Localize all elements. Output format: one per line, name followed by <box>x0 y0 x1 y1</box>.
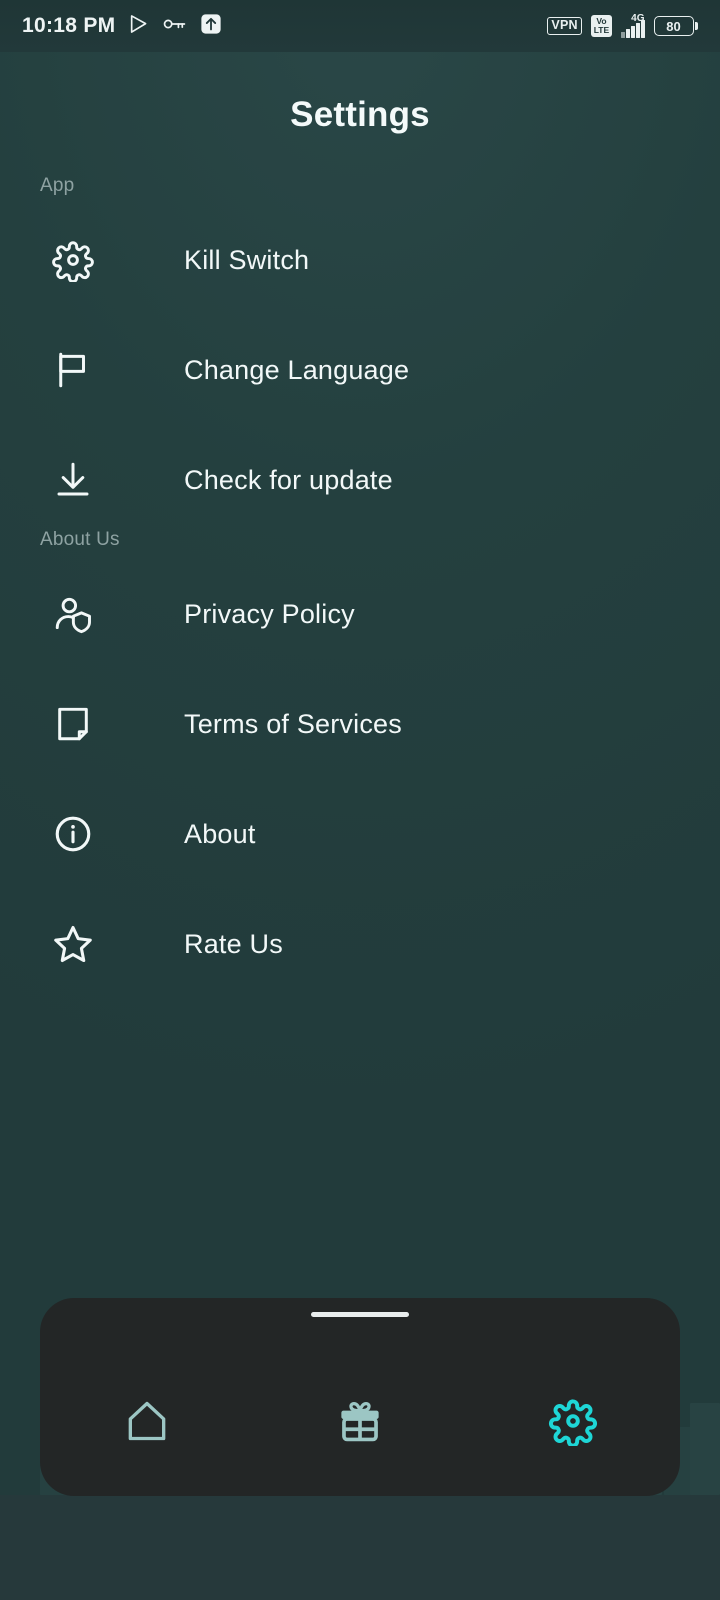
list-item-check-for-update[interactable]: Check for update <box>0 425 720 535</box>
vpn-badge: VPN <box>547 17 582 35</box>
gear-icon <box>548 1396 598 1451</box>
list-item-privacy-policy[interactable]: Privacy Policy <box>0 559 720 669</box>
status-bar-left: 10:18 PM <box>22 13 222 40</box>
battery-level: 80 <box>666 18 681 34</box>
key-icon <box>163 16 187 37</box>
list-item-label: About <box>184 818 256 849</box>
nav-item-settings[interactable] <box>518 1368 628 1478</box>
drag-handle[interactable] <box>311 1312 409 1317</box>
user-shield-icon <box>40 592 106 636</box>
settings-list: App Kill Switch Change Language Check fo… <box>0 175 720 999</box>
list-item-terms-of-services[interactable]: Terms of Services <box>0 669 720 779</box>
page-title: Settings <box>290 95 430 134</box>
document-icon <box>40 703 106 745</box>
battery-icon: 80 <box>653 16 698 36</box>
info-circle-icon <box>40 812 106 856</box>
list-item-label: Terms of Services <box>184 708 402 739</box>
list-item-about[interactable]: About <box>0 779 720 889</box>
list-item-label: Kill Switch <box>184 244 310 275</box>
list-item-change-language[interactable]: Change Language <box>0 315 720 425</box>
gift-icon <box>334 1395 386 1452</box>
signal-strength-icon: 4G <box>621 13 645 38</box>
play-store-icon <box>128 13 150 40</box>
upload-arrow-icon <box>200 13 222 40</box>
section-header-about-us: About Us <box>40 529 120 550</box>
volte-icon: Vo LTE <box>590 15 613 37</box>
nav-item-rewards[interactable] <box>305 1368 415 1478</box>
list-item-rate-us[interactable]: Rate Us <box>0 889 720 999</box>
app-screen: 10:18 PM VPN Vo LTE 4G 80 Settings App K… <box>0 0 720 1600</box>
list-item-kill-switch[interactable]: Kill Switch <box>0 205 720 315</box>
list-item-label: Rate Us <box>184 928 283 959</box>
nav-item-home[interactable] <box>92 1368 202 1478</box>
status-bar-clock: 10:18 PM <box>22 14 116 37</box>
download-icon <box>40 459 106 501</box>
bottom-nav-items <box>40 1350 680 1496</box>
status-bar-right: VPN Vo LTE 4G 80 <box>547 13 698 38</box>
list-item-label: Change Language <box>184 354 410 385</box>
home-icon <box>122 1396 172 1451</box>
status-bar: 10:18 PM VPN Vo LTE 4G 80 <box>0 0 720 52</box>
list-item-label: Privacy Policy <box>184 598 355 629</box>
flag-icon <box>40 349 106 391</box>
gear-icon <box>40 238 106 282</box>
section-header-app: App <box>40 175 75 196</box>
list-item-label: Check for update <box>184 464 393 495</box>
bottom-nav-bar <box>40 1298 680 1496</box>
system-navigation-area <box>0 1495 720 1600</box>
star-icon <box>40 921 106 967</box>
